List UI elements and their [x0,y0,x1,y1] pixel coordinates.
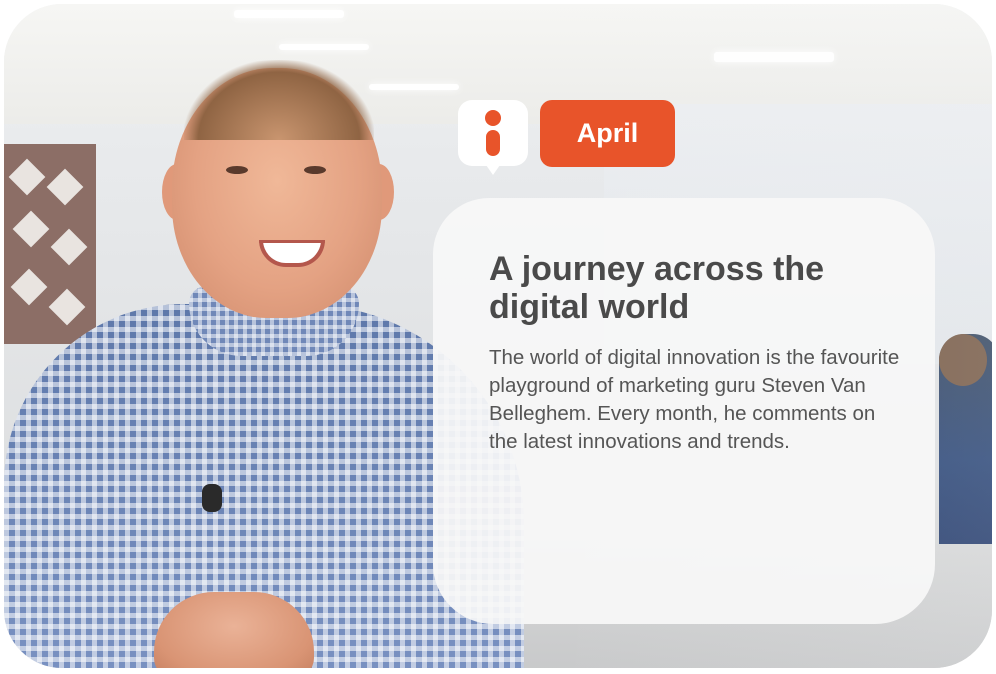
month-badge: April [540,100,675,167]
article-headline[interactable]: A journey across the digital world [489,250,909,326]
article-description: The world of digital innovation is the f… [489,346,900,453]
info-icon [458,100,528,175]
month-label: April [576,118,639,148]
